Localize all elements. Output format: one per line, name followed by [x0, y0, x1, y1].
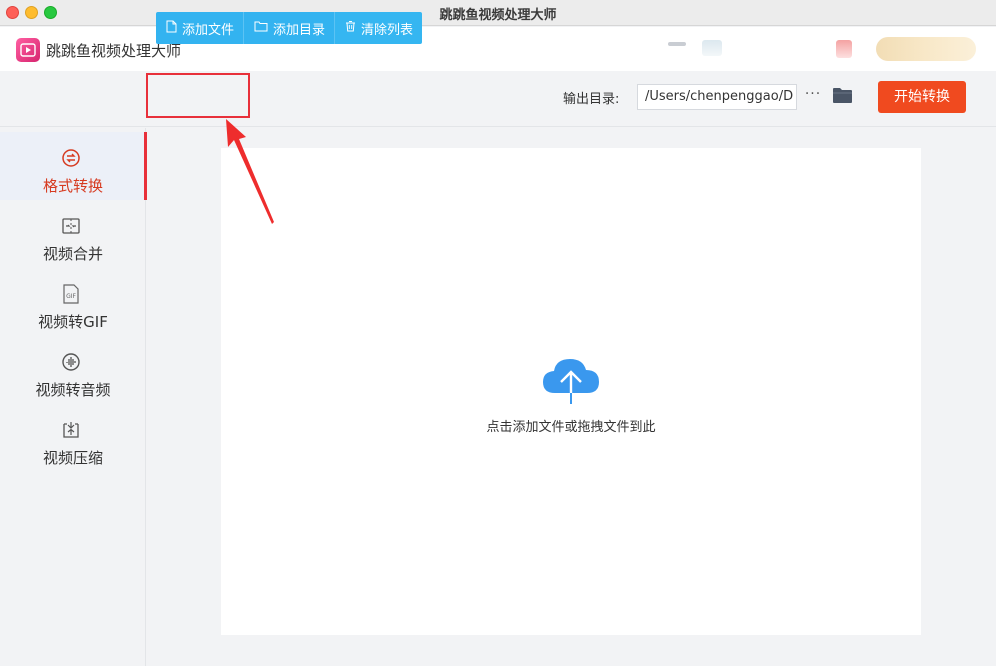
output-directory-field[interactable]: /Users/chenpenggao/D [637, 84, 797, 110]
file-drop-zone[interactable]: 点击添加文件或拖拽文件到此 [221, 148, 921, 635]
sidebar-item-label: 视频合并 [42, 245, 103, 263]
sidebar-item-label: 格式转换 [42, 177, 103, 195]
drop-hint-text: 点击添加文件或拖拽文件到此 [486, 420, 656, 435]
title-bar: 跳跳鱼视频处理大师 [0, 0, 996, 26]
file-icon [166, 20, 177, 37]
more-options-button[interactable]: ··· [803, 86, 823, 106]
svg-text:GIF: GIF [66, 293, 76, 300]
clear-list-label: 清除列表 [361, 22, 414, 38]
start-convert-button[interactable]: 开始转换 [878, 81, 966, 113]
clear-list-button[interactable]: 清除列表 [335, 12, 423, 44]
header-badge-icon[interactable] [836, 40, 852, 58]
sidebar: 格式转换 视频合并 GIF 视频转GIF 视频转音频 视频压缩 [0, 128, 147, 666]
window-title: 跳跳鱼视频处理大师 [439, 8, 557, 23]
video-merge-icon [61, 216, 81, 236]
cloud-upload-icon [541, 353, 601, 409]
sidebar-item-label: 视频转音频 [35, 381, 111, 399]
sidebar-item-label: 视频转GIF [38, 313, 108, 331]
folder-outline-icon [254, 20, 268, 36]
app-logo-icon [16, 38, 40, 62]
compress-icon [61, 420, 81, 440]
format-convert-icon [61, 148, 81, 168]
sidebar-item-format-convert[interactable]: 格式转换 [0, 132, 147, 200]
output-directory-label: 输出目录: [563, 92, 620, 107]
add-file-button[interactable]: 添加文件 [156, 12, 245, 44]
add-directory-label: 添加目录 [273, 22, 326, 38]
sidebar-item-video-compress[interactable]: 视频压缩 [0, 404, 146, 472]
open-folder-icon[interactable] [832, 87, 853, 108]
header-account-button[interactable] [876, 37, 976, 61]
sidebar-item-video-merge[interactable]: 视频合并 [0, 200, 146, 268]
file-button-group: 添加文件 添加目录 清除列表 [156, 12, 423, 44]
header-icon[interactable] [702, 40, 722, 56]
app-header: 跳跳鱼视频处理大师 [0, 27, 996, 71]
add-file-label: 添加文件 [182, 22, 235, 38]
sidebar-item-video-to-gif[interactable]: GIF 视频转GIF [0, 268, 146, 336]
sidebar-item-label: 视频压缩 [42, 449, 103, 467]
gif-icon: GIF [61, 284, 81, 304]
audio-icon [61, 352, 81, 372]
sidebar-item-video-to-audio[interactable]: 视频转音频 [0, 336, 146, 404]
trash-icon [345, 20, 356, 36]
annotation-highlight-box [146, 73, 250, 118]
add-directory-button[interactable]: 添加目录 [244, 12, 336, 44]
menu-icon[interactable] [668, 42, 686, 46]
